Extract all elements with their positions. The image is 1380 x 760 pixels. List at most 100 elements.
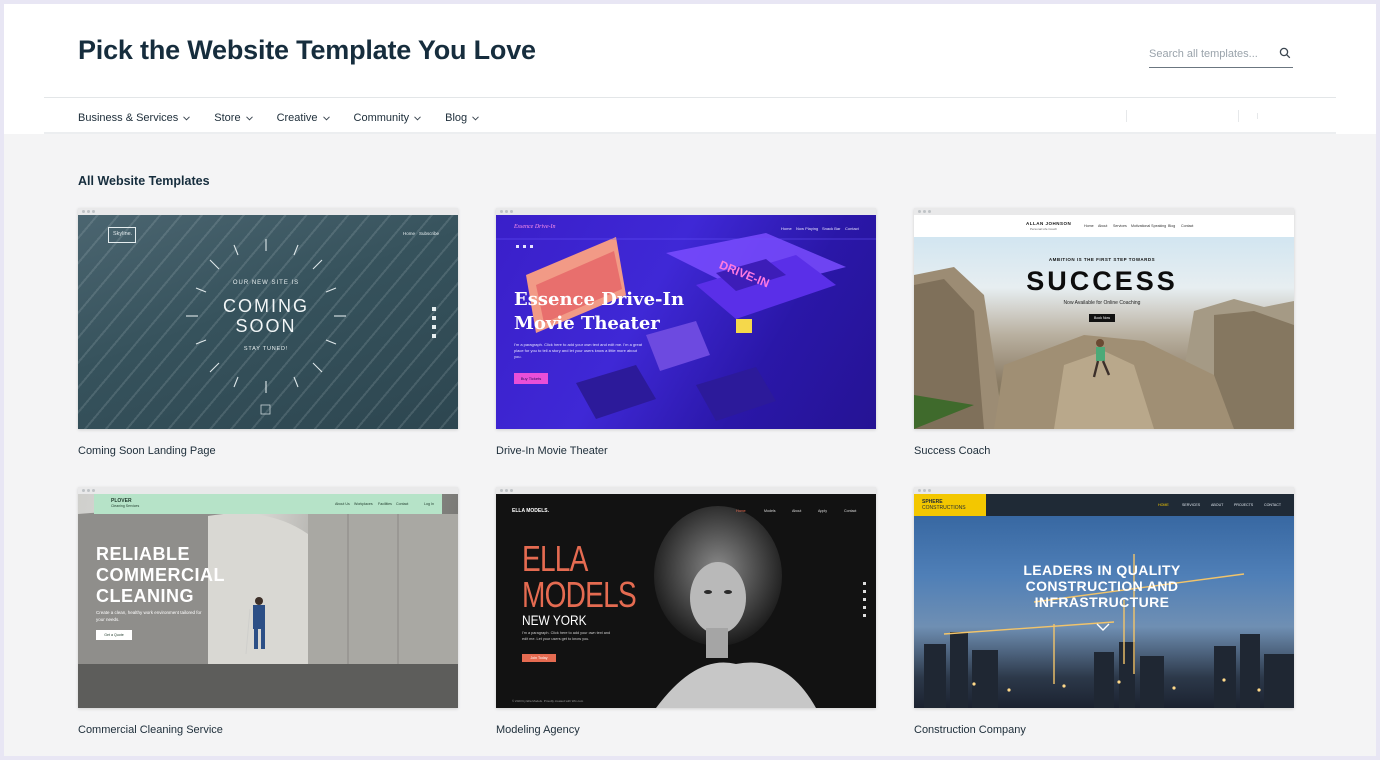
header: Pick the Website Template You Love Busin… bbox=[4, 4, 1376, 134]
preview-nav-item: Home bbox=[781, 226, 792, 231]
template-thumbnail[interactable]: Skyline. Home Subscribe OUR NEW SITE IS … bbox=[78, 208, 458, 429]
browser-bar bbox=[78, 208, 458, 215]
page-title: Pick the Website Template You Love bbox=[78, 35, 536, 65]
preview-nav-item: Snack Bar bbox=[822, 226, 841, 231]
preview-nav-item: About bbox=[1098, 224, 1108, 228]
preview-social-icons bbox=[432, 307, 436, 338]
search-icon[interactable] bbox=[1279, 47, 1291, 59]
template-preview: Skyline. Home Subscribe OUR NEW SITE IS … bbox=[78, 215, 458, 429]
template-preview: PLOVER Cleaning Services About Us Workpl… bbox=[78, 494, 458, 708]
nav-divider bbox=[44, 132, 1336, 134]
nav-business-services[interactable]: Business & Services bbox=[78, 112, 191, 124]
preview-nav-item: Models bbox=[764, 509, 776, 513]
preview-headline: Movie Theater bbox=[514, 313, 660, 334]
preview-cta-button: Buy Tickets bbox=[514, 373, 548, 384]
preview-subtitle: Now Available for Online Coaching bbox=[1063, 300, 1141, 306]
search-box bbox=[1149, 42, 1293, 68]
browser-bar bbox=[78, 487, 458, 494]
chevron-down-icon bbox=[183, 115, 191, 121]
preview-nav-item: Contact bbox=[845, 226, 859, 231]
nav-label: Business & Services bbox=[78, 112, 179, 124]
preview-subtitle: STAY TUNED! bbox=[243, 346, 289, 352]
template-thumbnail[interactable]: PLOVER Cleaning Services About Us Workpl… bbox=[78, 487, 458, 708]
preview-headline: MODELS bbox=[522, 574, 637, 615]
category-nav: Business & Services Store Creative Commu… bbox=[78, 108, 503, 128]
chevron-down-icon bbox=[414, 115, 422, 121]
preview-nav-item: Contact bbox=[396, 502, 409, 506]
preview-headline: COMING bbox=[223, 296, 309, 316]
preview-nav-item: Home bbox=[736, 509, 746, 513]
preview-nav-item: Now Playing bbox=[796, 226, 819, 231]
preview-nav-item: Blog bbox=[1168, 224, 1176, 228]
nav-label: Community bbox=[353, 112, 410, 124]
preview-cta-button: Join Today bbox=[522, 654, 556, 662]
preview-nav-item: Motivational Speaking bbox=[1131, 224, 1167, 228]
nav-separator bbox=[1126, 110, 1127, 122]
nav-label: Blog bbox=[445, 112, 468, 124]
preview-nav-item: Services bbox=[1113, 224, 1127, 228]
preview-headline: LEADERS IN QUALITY bbox=[1023, 562, 1181, 578]
preview-nav-item: Apply bbox=[818, 509, 827, 513]
preview-nav-item: About Us bbox=[335, 502, 350, 506]
browser-bar bbox=[914, 487, 1294, 494]
template-preview: DRIVE-IN Essence Drive-In Home Now Playi… bbox=[496, 215, 876, 429]
preview-cta-button: Book Now bbox=[1089, 314, 1115, 322]
template-thumbnail[interactable]: ALLAN JOHNSON Personal Life Coach Home A… bbox=[914, 208, 1294, 429]
preview-logo-text: ELLA MODELS. bbox=[512, 508, 550, 514]
template-preview: ALLAN JOHNSON Personal Life Coach Home A… bbox=[914, 215, 1294, 429]
nav-blog[interactable]: Blog bbox=[445, 112, 480, 124]
preview-headline: CONSTRUCTION AND bbox=[1025, 578, 1179, 594]
browser-bar bbox=[914, 208, 1294, 215]
template-name[interactable]: Commercial Cleaning Service bbox=[78, 724, 223, 736]
template-thumbnail[interactable]: ELLA MODELS. Home Models About Apply Con… bbox=[496, 487, 876, 708]
preview-headline: INFRASTRUCTURE bbox=[1034, 594, 1170, 610]
template-name[interactable]: Construction Company bbox=[914, 724, 1026, 736]
template-preview: ELLA MODELS. Home Models About Apply Con… bbox=[496, 494, 876, 708]
preview-tagline: Personal Life Coach bbox=[1030, 227, 1058, 231]
nav-store[interactable]: Store bbox=[214, 112, 253, 124]
preview-paragraph: I'm a paragraph. Click here to add your … bbox=[522, 631, 611, 641]
template-thumbnail[interactable]: SPHERE CONSTRUCTIONS HOME SERVICES ABOUT… bbox=[914, 487, 1294, 708]
nav-creative[interactable]: Creative bbox=[277, 112, 330, 124]
chevron-down-icon bbox=[245, 115, 253, 121]
preview-nav-item: Workplaces bbox=[354, 502, 373, 506]
preview-headline: COMMERCIAL bbox=[96, 565, 225, 585]
preview-login: Log In bbox=[424, 502, 434, 506]
template-name[interactable]: Success Coach bbox=[914, 445, 990, 457]
nav-label: Creative bbox=[276, 112, 318, 124]
chevron-down-icon bbox=[322, 115, 330, 121]
nav-separator bbox=[1257, 113, 1258, 119]
section-title: All Website Templates bbox=[78, 174, 210, 188]
template-name[interactable]: Drive-In Movie Theater bbox=[496, 445, 608, 457]
nav-label: Store bbox=[214, 112, 241, 124]
preview-logo-text: Essence Drive-In bbox=[514, 224, 556, 230]
template-thumbnail[interactable]: DRIVE-IN Essence Drive-In Home Now Playi… bbox=[496, 208, 876, 429]
preview-tagline: Cleaning Services bbox=[111, 504, 140, 508]
preview-city: NEW YORK bbox=[522, 612, 587, 628]
preview-kicker: OUR NEW SITE IS bbox=[232, 280, 300, 286]
header-divider bbox=[44, 97, 1336, 98]
template-preview: SPHERE CONSTRUCTIONS HOME SERVICES ABOUT… bbox=[914, 494, 1294, 708]
preview-headline: CLEANING bbox=[96, 586, 194, 606]
preview-nav-item: Contact bbox=[844, 509, 857, 513]
preview-headline: RELIABLE bbox=[96, 544, 190, 564]
nav-community[interactable]: Community bbox=[354, 112, 422, 124]
preview-logo-text: ALLAN JOHNSON bbox=[1026, 221, 1072, 226]
chevron-down-icon bbox=[472, 115, 480, 121]
preview-paragraph: I'm a paragraph. Click here to add your … bbox=[514, 342, 643, 359]
preview-nav-item: About bbox=[792, 509, 802, 513]
app-frame: Pick the Website Template You Love Busin… bbox=[4, 4, 1376, 756]
search-input[interactable] bbox=[1149, 42, 1267, 66]
browser-bar bbox=[496, 487, 876, 494]
preview-headline: SOON bbox=[235, 316, 297, 336]
preview-nav-item: Home bbox=[1084, 224, 1094, 228]
preview-social-icons bbox=[516, 245, 533, 248]
preview-footer: © 2023 by Ella Models. Proudly created w… bbox=[512, 699, 584, 703]
preview-paragraph: Create a clean, healthy work environment… bbox=[96, 610, 202, 622]
preview-nav-item: Facilities bbox=[378, 502, 392, 506]
template-name[interactable]: Coming Soon Landing Page bbox=[78, 445, 216, 457]
template-name[interactable]: Modeling Agency bbox=[496, 724, 580, 736]
browser-bar bbox=[496, 208, 876, 215]
preview-cta-button: Get a Quote bbox=[96, 630, 132, 640]
nav-separator bbox=[1238, 110, 1239, 122]
